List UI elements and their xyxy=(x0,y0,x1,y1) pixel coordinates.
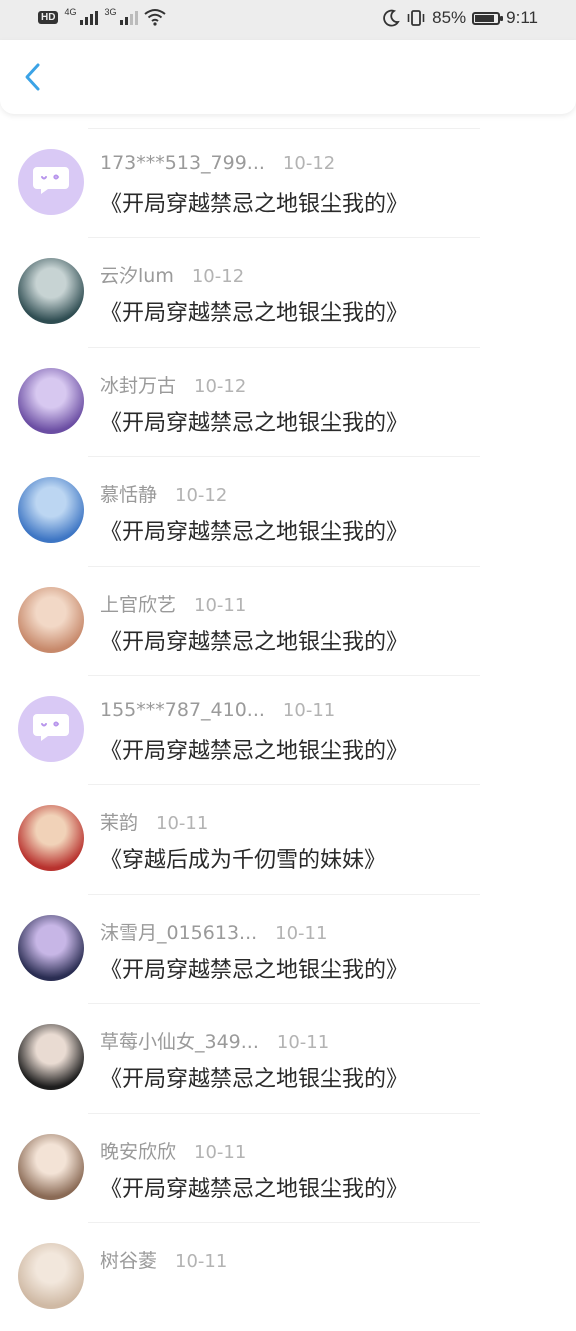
moon-icon xyxy=(383,9,400,27)
comment-date: 10-12 xyxy=(175,485,228,507)
row-divider xyxy=(88,893,480,895)
username[interactable]: 树谷菱 xyxy=(100,1250,157,1272)
comment-date: 10-12 xyxy=(282,153,336,174)
book-title[interactable]: 《开局穿越禁忌之地银尘我的》 xyxy=(100,952,408,984)
user-avatar[interactable] xyxy=(18,367,84,434)
username[interactable]: 慕恬静 xyxy=(100,484,157,506)
signal-3g-icon xyxy=(120,9,139,25)
clock-time: 9:11 xyxy=(506,8,538,27)
user-avatar[interactable] xyxy=(18,477,84,544)
row-divider xyxy=(88,346,480,348)
username[interactable]: 茉韵 xyxy=(100,812,138,834)
comment-meta: 155***787_410... 10-11 xyxy=(100,699,335,721)
book-title[interactable]: 《开局穿越禁忌之地银尘我的》 xyxy=(100,405,408,437)
username[interactable]: 冰封万古 xyxy=(100,375,176,397)
chevron-left-icon xyxy=(25,63,40,91)
row-divider xyxy=(88,674,480,676)
username[interactable]: 云汐lum xyxy=(100,265,174,287)
book-title[interactable]: 《开局穿越禁忌之地银尘我的》 xyxy=(100,624,408,656)
comment-date: 10-11 xyxy=(275,922,328,944)
comment-meta: 草莓小仙女_349... 10-11 xyxy=(100,1027,329,1054)
comment-row[interactable]: 茉韵 10-11 《穿越后成为千仞雪的妹妹》 xyxy=(0,784,576,893)
comment-row[interactable]: 云汐lum 10-12 《开局穿越禁忌之地银尘我的》 xyxy=(0,237,576,346)
comment-meta: 173***513_799... 10-12 xyxy=(100,152,335,174)
comment-row[interactable]: 155***787_410... 10-11 《开局穿越禁忌之地银尘我的》 xyxy=(0,674,576,784)
comment-row[interactable]: 慕恬静 10-12 《开局穿越禁忌之地银尘我的》 xyxy=(0,456,576,565)
book-title[interactable]: 《开局穿越禁忌之地银尘我的》 xyxy=(100,733,408,765)
username[interactable]: 沫雪月_015613... xyxy=(100,922,257,944)
user-avatar[interactable] xyxy=(18,258,84,325)
user-avatar[interactable] xyxy=(18,586,84,653)
comment-row[interactable]: 上官欣艺 10-11 《开局穿越禁忌之地银尘我的》 xyxy=(0,565,576,675)
comment-date: 10-11 xyxy=(276,1032,330,1054)
username[interactable]: 173***513_799... xyxy=(100,152,265,174)
user-avatar[interactable] xyxy=(18,914,84,981)
user-avatar[interactable] xyxy=(18,1242,84,1309)
chat-bubble-icon xyxy=(33,713,69,741)
vibrate-icon xyxy=(407,10,425,26)
row-divider xyxy=(88,1112,480,1114)
book-title[interactable]: 《开局穿越禁忌之地银尘我的》 xyxy=(100,186,408,218)
hd-badge: HD xyxy=(38,10,59,24)
row-divider xyxy=(88,456,480,458)
status-bar: HD 4G 3G 85% 9:11 xyxy=(0,0,576,40)
row-divider xyxy=(88,1003,480,1005)
comment-row[interactable]: 173***513_799... 10-12 《开局穿越禁忌之地银尘我的》 xyxy=(0,128,576,237)
comment-meta: 晚安欣欣 10-11 xyxy=(100,1137,246,1164)
comment-date: 10-11 xyxy=(282,699,336,721)
status-left: HD 4G 3G xyxy=(38,7,167,26)
wifi-icon xyxy=(144,9,167,26)
row-divider xyxy=(88,784,480,786)
comment-meta: 上官欣艺 10-11 xyxy=(100,590,246,617)
row-divider xyxy=(88,128,480,129)
comment-meta: 沫雪月_015613... 10-11 xyxy=(100,918,327,945)
username[interactable]: 上官欣艺 xyxy=(100,594,176,616)
comment-list: 173***513_799... 10-12 《开局穿越禁忌之地银尘我的》 云汐lum… xyxy=(0,128,576,1331)
comment-date: 10-11 xyxy=(194,1141,247,1163)
comment-date: 10-11 xyxy=(156,813,209,835)
comment-date: 10-11 xyxy=(194,594,247,616)
status-right: 85% 9:11 xyxy=(382,8,538,28)
user-avatar[interactable] xyxy=(18,1133,84,1200)
comment-meta: 慕恬静 10-12 xyxy=(100,480,227,507)
back-button[interactable] xyxy=(16,60,50,94)
row-divider xyxy=(88,237,480,239)
chat-bubble-icon xyxy=(33,167,69,194)
book-title[interactable]: 《穿越后成为千仞雪的妹妹》 xyxy=(100,842,386,874)
book-title[interactable]: 《开局穿越禁忌之地银尘我的》 xyxy=(100,1171,408,1203)
comment-meta: 茉韵 10-11 xyxy=(100,808,208,835)
comment-meta: 树谷菱 10-11 xyxy=(100,1246,227,1273)
comment-row[interactable]: 树谷菱 10-11 xyxy=(0,1221,576,1331)
row-divider xyxy=(88,1221,480,1223)
comment-date: 10-12 xyxy=(191,266,245,288)
top-nav-bar xyxy=(0,40,576,114)
comment-meta: 云汐lum 10-12 xyxy=(100,261,244,288)
comment-row[interactable]: 冰封万古 10-12 《开局穿越禁忌之地银尘我的》 xyxy=(0,346,576,456)
book-title[interactable]: 《开局穿越禁忌之地银尘我的》 xyxy=(100,514,408,546)
username[interactable]: 草莓小仙女_349... xyxy=(100,1031,259,1053)
user-avatar[interactable] xyxy=(18,805,84,872)
default-avatar[interactable] xyxy=(18,149,84,215)
network-3g-label: 3G xyxy=(104,7,117,17)
book-title[interactable]: 《开局穿越禁忌之地银尘我的》 xyxy=(100,1061,408,1093)
book-title[interactable]: 《开局穿越禁忌之地银尘我的》 xyxy=(100,295,408,327)
username[interactable]: 155***787_410... xyxy=(100,699,265,721)
row-divider xyxy=(88,565,480,567)
user-avatar[interactable] xyxy=(18,1024,84,1091)
comment-row[interactable]: 草莓小仙女_349... 10-11 《开局穿越禁忌之地银尘我的》 xyxy=(0,1003,576,1112)
signal-4g-icon xyxy=(80,9,99,25)
comment-row[interactable]: 沫雪月_015613... 10-11 《开局穿越禁忌之地银尘我的》 xyxy=(0,893,576,1003)
battery-icon xyxy=(472,11,504,25)
comment-meta: 冰封万古 10-12 xyxy=(100,371,246,398)
battery-percent: 85% xyxy=(432,8,467,27)
comment-date: 10-12 xyxy=(194,375,247,397)
comment-date: 10-11 xyxy=(175,1250,228,1272)
comment-row[interactable]: 晚安欣欣 10-11 《开局穿越禁忌之地银尘我的》 xyxy=(0,1112,576,1222)
network-4g-label: 4G xyxy=(64,7,77,17)
default-avatar[interactable] xyxy=(18,695,84,762)
username[interactable]: 晚安欣欣 xyxy=(100,1141,176,1163)
